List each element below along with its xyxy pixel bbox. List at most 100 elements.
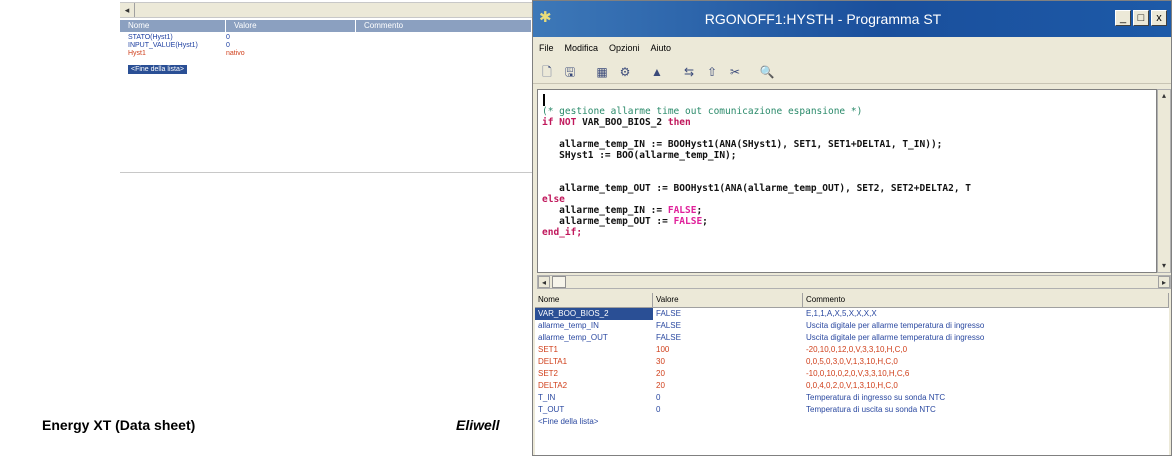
background-table-rows: STATO(Hyst1) 0 INPUT_VALUE(Hyst1) 0 Hyst…	[120, 34, 532, 76]
table-row[interactable]: Hyst1 nativo	[120, 50, 532, 58]
code-line: SHyst1 := BOO(allarme_temp_IN);	[559, 150, 737, 161]
scroll-left-icon[interactable]: ◂	[538, 276, 550, 288]
var-name: allarme_temp_OUT	[538, 333, 608, 342]
scroll-right-icon[interactable]: ▸	[1158, 276, 1170, 288]
editor-horizontal-scrollbar[interactable]: ◂ ▸	[537, 275, 1171, 289]
code-keyword-endif: end_if;	[542, 227, 583, 238]
header-value[interactable]: Valore	[653, 293, 803, 307]
scroll-down-icon[interactable]: ▾	[1158, 260, 1170, 272]
menu-aiuto[interactable]: Aiuto	[645, 39, 677, 57]
variables-table: Nome Valore Commento VAR_BOO_BIOS_2 FALS…	[535, 293, 1169, 455]
var-comment: 0,0,5,0,3,0,V,1,3,10,H,C,0	[806, 357, 898, 366]
table-row[interactable]: SET1 100 -20,10,0,12,0,V,3,3,10,H,C,0	[535, 344, 1169, 356]
table-row[interactable]: STATO(Hyst1) 0	[120, 34, 532, 42]
compile-icon[interactable]: ▦	[593, 63, 611, 81]
var-name: DELTA1	[538, 357, 568, 366]
header-comment[interactable]: Commento	[803, 293, 1169, 307]
table-row[interactable]: T_OUT 0 Temperatura di uscita su sonda N…	[535, 404, 1169, 416]
var-comment: -20,10,0,12,0,V,3,3,10,H,C,0	[806, 345, 908, 354]
var-value: FALSE	[656, 333, 681, 342]
var-comment: -10,0,10,0,2,0,V,3,3,10,H,C,6	[806, 369, 910, 378]
var-name: T_IN	[538, 393, 556, 402]
variables-header: Nome Valore Commento	[535, 293, 1169, 308]
row-name: INPUT_VALUE(Hyst1)	[128, 42, 198, 49]
code-var: VAR_BOO_BIOS_2	[576, 117, 668, 128]
table-row[interactable]: allarme_temp_OUT FALSE Uscita digitale p…	[535, 332, 1169, 344]
menu-opzioni[interactable]: Opzioni	[603, 39, 645, 57]
header-comment[interactable]: Commento	[356, 20, 532, 32]
var-name: SET1	[538, 345, 559, 354]
code-keyword-then: then	[667, 117, 691, 128]
var-value: 30	[656, 357, 665, 366]
table-row[interactable]: <Fine della lista>	[535, 416, 1169, 428]
code-editor[interactable]: (* gestione allarme time out comunicazio…	[537, 89, 1157, 273]
table-row[interactable]: T_IN 0 Temperatura di ingresso su sonda …	[535, 392, 1169, 404]
var-value: 0	[656, 405, 661, 414]
code-literal: FALSE	[667, 205, 697, 216]
var-name: allarme_temp_IN	[538, 321, 599, 330]
var-name: SET2	[538, 369, 559, 378]
var-comment: Uscita digitale per allarme temperatura …	[806, 321, 985, 330]
row-name: STATO(Hyst1)	[128, 34, 173, 41]
table-row[interactable]: DELTA1 30 0,0,5,0,3,0,V,1,3,10,H,C,0	[535, 356, 1169, 368]
brand-caption: Eliwell	[456, 417, 500, 433]
background-variables-window: ◂ Nome Valore Commento STATO(Hyst1) 0 IN…	[120, 0, 533, 173]
cut-icon[interactable]: ⇆	[680, 63, 698, 81]
close-button[interactable]: x	[1151, 10, 1167, 26]
code-keyword-not: NOT	[559, 117, 577, 128]
new-icon[interactable]: 🗋	[538, 63, 556, 81]
var-value: 100	[656, 345, 670, 354]
code-line: allarme_temp_OUT := BOOHyst1(ANA(allarme…	[559, 183, 971, 194]
title-bar[interactable]: ✱ RGONOFF1:HYSTH - Programma ST _ □ x	[533, 1, 1171, 37]
table-row[interactable]: allarme_temp_IN FALSE Uscita digitale pe…	[535, 320, 1169, 332]
var-name: VAR_BOO_BIOS_2	[535, 308, 653, 320]
code-line: allarme_temp_IN :=	[559, 205, 668, 216]
debug-icon[interactable]: ⚙	[616, 63, 634, 81]
table-row[interactable]: DELTA2 20 0,0,4,0,2,0,V,1,3,10,H,C,0	[535, 380, 1169, 392]
background-table-header: Nome Valore Commento	[120, 20, 532, 32]
st-program-window: ✱ RGONOFF1:HYSTH - Programma ST _ □ x Fi…	[532, 0, 1172, 456]
code-literal: FALSE	[673, 216, 703, 227]
header-name[interactable]: Nome	[535, 293, 653, 307]
tool-icon[interactable]: ✂	[726, 63, 744, 81]
table-row[interactable]: INPUT_VALUE(Hyst1) 0	[120, 42, 532, 50]
table-row[interactable]: SET2 20 -10,0,10,0,2,0,V,3,3,10,H,C,6	[535, 368, 1169, 380]
scroll-left-icon[interactable]: ◂	[120, 3, 135, 17]
header-name[interactable]: Nome	[120, 20, 226, 32]
background-scrollbar[interactable]: ◂	[120, 2, 532, 18]
var-value: FALSE	[656, 321, 681, 330]
row-value: nativo	[226, 50, 245, 57]
var-comment: Temperatura di uscita su sonda NTC	[806, 405, 936, 414]
find-icon[interactable]: ▲	[648, 63, 666, 81]
window-controls: _ □ x	[1115, 10, 1167, 26]
var-value: 0	[656, 393, 661, 402]
var-value: FALSE	[656, 309, 681, 318]
code-text: (* gestione allarme time out comunicazio…	[542, 106, 971, 238]
maximize-button[interactable]: □	[1133, 10, 1149, 26]
row-value: 0	[226, 34, 230, 41]
end-of-list-marker: <Fine della lista>	[538, 417, 599, 426]
table-row[interactable]: VAR_BOO_BIOS_2 FALSE E,1,1,A,X,5,X,X,X,X	[535, 308, 1169, 320]
scroll-thumb[interactable]	[552, 276, 566, 288]
toolbar: 🗋 🖫 ▦ ⚙ ▲ ⇆ ⇧ ✂ 🔍	[533, 61, 1171, 84]
document-caption: Energy XT (Data sheet)	[42, 417, 196, 433]
var-comment: E,1,1,A,X,5,X,X,X,X	[806, 309, 877, 318]
editor-vertical-scrollbar[interactable]: ▴ ▾	[1157, 89, 1171, 273]
code-line: allarme_temp_IN := BOOHyst1(ANA(SHyst1),…	[559, 139, 943, 150]
row-name: Hyst1	[128, 50, 146, 57]
var-name: DELTA2	[538, 381, 568, 390]
scroll-up-icon[interactable]: ▴	[1158, 90, 1170, 102]
menu-file[interactable]: File	[533, 39, 559, 57]
end-of-list-marker[interactable]: <Fine della lista>	[128, 65, 187, 74]
menu-modifica[interactable]: Modifica	[559, 39, 604, 57]
code-keyword-if: if	[542, 117, 560, 128]
window-title: RGONOFF1:HYSTH - Programma ST	[704, 11, 942, 27]
var-value: 20	[656, 381, 665, 390]
code-comment: (* gestione allarme time out comunicazio…	[542, 106, 863, 117]
save-icon[interactable]: 🖫	[561, 63, 579, 81]
minimize-button[interactable]: _	[1115, 10, 1131, 26]
header-value[interactable]: Valore	[226, 20, 356, 32]
paste-icon[interactable]: ⇧	[703, 63, 721, 81]
var-comment: Temperatura di ingresso su sonda NTC	[806, 393, 946, 402]
zoom-icon[interactable]: 🔍	[758, 63, 776, 81]
